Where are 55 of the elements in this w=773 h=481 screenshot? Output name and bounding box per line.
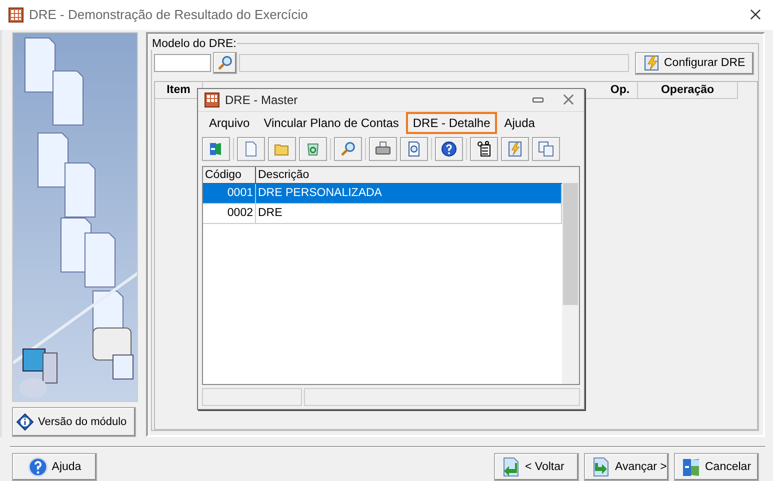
- wizard-button[interactable]: [501, 136, 529, 161]
- back-button[interactable]: < Voltar: [494, 453, 579, 481]
- arrow-icon: [591, 457, 611, 477]
- help-button[interactable]: Ajuda: [12, 453, 97, 481]
- search-button[interactable]: [213, 52, 237, 74]
- printer-button[interactable]: [369, 136, 397, 161]
- version-button[interactable]: Versão do módulo: [12, 406, 136, 437]
- menu-item[interactable]: Arquivo: [202, 112, 257, 134]
- info-icon: [16, 412, 34, 431]
- exit-door-icon: [208, 140, 224, 157]
- close-icon[interactable]: [750, 9, 761, 20]
- menu-item[interactable]: DRE - Detalhe: [406, 112, 498, 134]
- cancel-button[interactable]: Cancelar: [674, 453, 759, 481]
- code-field[interactable]: [154, 54, 211, 72]
- recycle-bin-button[interactable]: [299, 136, 327, 161]
- search-icon: [340, 140, 356, 157]
- tree-diagram-icon: [476, 140, 492, 157]
- document-icon: [243, 140, 259, 157]
- table-row[interactable]: 0001 DRE PERSONALIZADA: [203, 184, 562, 204]
- name-field[interactable]: [239, 54, 629, 72]
- window-title: DRE - Demonstração de Resultado do Exercício: [29, 7, 308, 22]
- column-header: Op.: [603, 82, 638, 99]
- group-label: Modelo do DRE:: [151, 38, 238, 50]
- calculator-icon: [8, 6, 24, 23]
- menu-item[interactable]: Ajuda: [497, 112, 542, 134]
- arrow-icon: [501, 457, 521, 477]
- help-icon: [28, 457, 48, 477]
- recycle-bin-icon: [305, 140, 321, 157]
- table-cell: 0002: [203, 204, 256, 223]
- dialog-title: DRE - Master: [225, 92, 298, 107]
- printer-icon: [375, 140, 391, 157]
- copy-button[interactable]: [532, 136, 560, 161]
- help-button[interactable]: [435, 136, 463, 161]
- print-preview-button[interactable]: [400, 136, 428, 161]
- wizard-icon: [507, 140, 523, 157]
- table-cell: 0001: [203, 184, 256, 203]
- menu-item[interactable]: Vincular Plano de Contas: [256, 112, 406, 134]
- exit-door-icon: [681, 457, 701, 477]
- search-button[interactable]: [334, 136, 362, 161]
- column-header: Operação: [638, 82, 738, 99]
- wizard-icon: [644, 55, 660, 72]
- calculator-icon: [204, 92, 220, 108]
- folder-button[interactable]: [268, 136, 296, 161]
- column-header[interactable]: Descrição: [256, 166, 562, 183]
- configure-button[interactable]: Configurar DRE: [635, 52, 754, 75]
- copy-icon: [538, 140, 554, 157]
- search-icon: [217, 55, 233, 72]
- print-preview-icon: [406, 140, 422, 157]
- document-button[interactable]: [237, 136, 265, 161]
- help-icon: [441, 140, 457, 157]
- tree-diagram-button[interactable]: [470, 136, 498, 161]
- next-button[interactable]: Avançar >: [584, 453, 669, 481]
- column-header[interactable]: Código: [203, 166, 256, 183]
- exit-door-button[interactable]: [202, 136, 230, 161]
- table-row[interactable]: 0002 DRE: [203, 204, 562, 224]
